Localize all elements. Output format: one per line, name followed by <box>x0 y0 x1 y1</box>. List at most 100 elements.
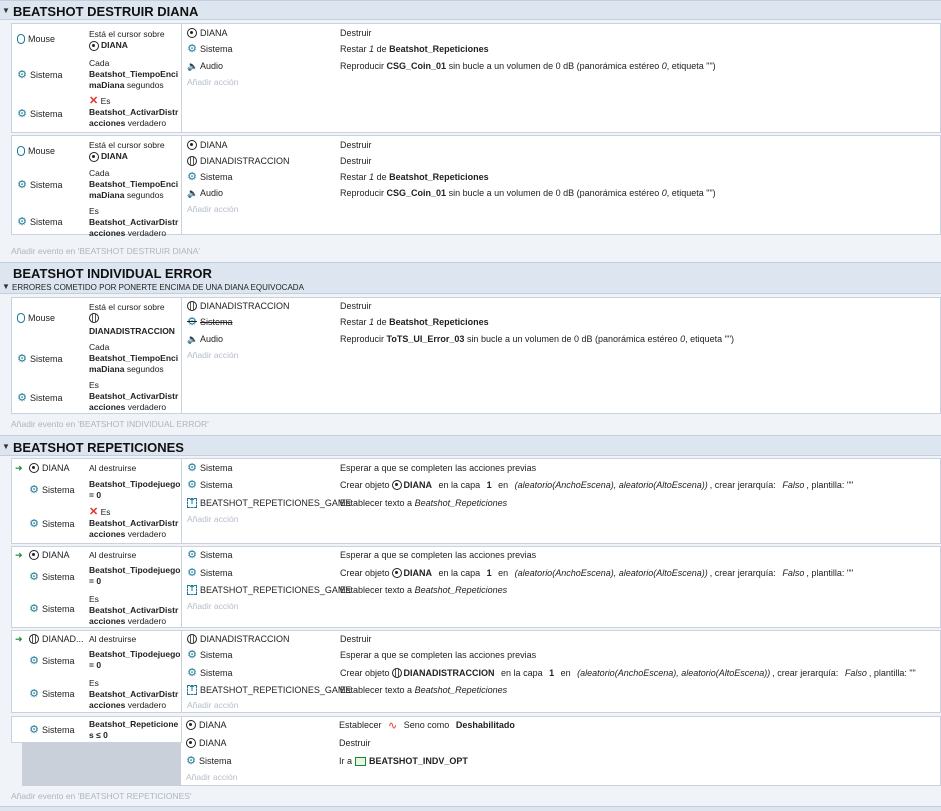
group-header-beatshot-repeticiones[interactable]: ▼ BEATSHOT REPETICIONES <box>0 435 941 456</box>
action-row[interactable]: DIANADISTRACCION Destruir <box>187 632 937 646</box>
gear-icon: ⚙ <box>187 171 197 183</box>
group-header-beatshot-individual-error[interactable]: BEATSHOT INDIVIDUAL ERROR ▼ ERRORES COME… <box>0 262 941 294</box>
trigger-arrow-icon: ➜ <box>15 463 23 473</box>
action-row[interactable]: ⚙ Sistema Crear objeto DIANA en la capa 1 … <box>187 478 937 492</box>
condition-row[interactable]: ⚙ Sistema Es Beatshot_ActivarDistracciones… <box>12 380 182 412</box>
add-action-link[interactable]: Añadir acción <box>187 77 239 87</box>
event-block[interactable]: Mouse Está el cursor sobre DIANA ⚙ Sistema… <box>11 23 941 133</box>
add-action-link[interactable]: Añadir acción <box>186 772 238 782</box>
gear-icon: ⚙ <box>29 603 39 615</box>
condition-row[interactable]: ⚙ Sistema ✕ Es Beatshot_ActivarDistraccion… <box>12 96 182 132</box>
gear-icon: ⚙ <box>29 571 39 583</box>
group-header-beatshot-destruir-diana[interactable]: ▼ BEATSHOT DESTRUIR DIANA <box>0 0 941 20</box>
gear-icon: ⚙ <box>17 216 27 228</box>
globe-icon <box>187 301 197 311</box>
gear-icon: ⚙ <box>29 484 39 496</box>
collapse-arrow-icon[interactable]: ▼ <box>2 442 10 451</box>
action-row[interactable]: T BEATSHOT_REPETICIONES_GAME Establecer te… <box>187 683 937 697</box>
condition-row[interactable]: ➜ DIANA Al destruirse <box>12 461 182 475</box>
action-row[interactable]: ⚙ Sistema Esperar a que se completen las a… <box>187 648 937 662</box>
gear-icon: ⚙ <box>17 353 27 365</box>
action-row[interactable]: T BEATSHOT_REPETICIONES_GAME Establecer te… <box>187 496 937 510</box>
event-block[interactable]: ➜ DIANA Al destruirse ⚙ Sistema Beatshot_… <box>11 546 941 628</box>
condition-row[interactable]: ⚙ Sistema Beatshot_Tipodejuego = 0 <box>12 648 182 674</box>
add-action-link[interactable]: Añadir acción <box>187 350 239 360</box>
action-row[interactable]: ⚙ Sistema Restar 1 de Beatshot_Repeticione… <box>187 42 937 56</box>
action-row[interactable]: ⚙ Sistema Crear objeto DIANA en la capa 1 … <box>187 566 937 580</box>
action-row[interactable]: 🔈 Audio Reproducir CSG_Coin_01 sin bucle a… <box>187 186 937 200</box>
gear-icon: ⚙ <box>187 667 197 679</box>
add-event-link[interactable]: Añadir evento en 'BEATSHOT REPETICIONES' <box>11 791 192 801</box>
condition-row[interactable]: ⚙ Sistema Cada Beatshot_TiempoEncimaDiana … <box>12 58 182 96</box>
event-block[interactable]: ➜ DIANAD... Al destruirse ⚙ Sistema Beats… <box>11 630 941 713</box>
add-action-link[interactable]: Añadir acción <box>187 700 239 710</box>
diana-target-icon <box>89 151 99 162</box>
action-row[interactable]: 🔈 Audio Reproducir CSG_Coin_01 sin bucle a… <box>187 59 937 73</box>
action-row[interactable]: DIANA Destruir <box>187 26 937 40</box>
condition-row[interactable]: ⚙ Sistema Es Beatshot_ActivarDistracciones… <box>12 594 182 626</box>
trigger-arrow-icon: ➜ <box>15 634 23 644</box>
invert-x-icon: ✕ <box>89 95 99 107</box>
globe-icon <box>187 634 197 644</box>
add-action-link[interactable]: Añadir acción <box>187 601 239 611</box>
group-subtitle: ERRORES COMETIDO POR PONERTE ENCIMA DE U… <box>12 283 304 292</box>
gear-icon: ⚙ <box>187 479 197 491</box>
action-row[interactable]: ⚙ Sistema Esperar a que se completen las a… <box>187 461 937 475</box>
diana-target-icon <box>187 140 197 150</box>
scene-icon <box>355 756 367 766</box>
action-row[interactable]: DIANA Establecer ∿ Seno como Deshabilitad… <box>186 718 936 732</box>
diana-target-icon <box>187 28 197 38</box>
group-title: BEATSHOT REPETICIONES <box>13 440 184 455</box>
diana-target-icon <box>391 568 402 578</box>
condition-row[interactable]: ⚙ Sistema Es Beatshot_ActivarDistracciones… <box>12 678 182 710</box>
text-object-icon: T <box>187 498 197 508</box>
condition-row[interactable]: Mouse Está el cursor sobre DIANA <box>12 28 182 56</box>
event-condition-block[interactable]: ⚙ Sistema Beatshot_Repeticiones ≤ 0 <box>11 716 182 743</box>
mouse-icon <box>17 146 25 156</box>
gear-icon: ⚙ <box>17 69 27 81</box>
diana-target-icon <box>29 463 39 473</box>
condition-row[interactable]: Mouse Está el cursor sobre DIANADISTRACCI… <box>12 300 182 340</box>
add-action-link[interactable]: Añadir acción <box>187 204 239 214</box>
condition-row[interactable]: ➜ DIANAD... Al destruirse <box>12 633 182 647</box>
condition-row[interactable]: Mouse Está el cursor sobre DIANA <box>12 138 182 166</box>
condition-row[interactable]: ➜ DIANA Al destruirse <box>12 549 182 563</box>
gear-icon: ⚙ <box>187 316 197 328</box>
group-title: BEATSHOT DESTRUIR DIANA <box>13 4 199 19</box>
action-row[interactable]: DIANA Destruir <box>186 736 936 750</box>
speaker-icon: 🔈 <box>187 334 199 344</box>
condition-row[interactable]: ⚙ Sistema Beatshot_Tipodejuego = 0 <box>12 564 182 590</box>
add-event-link[interactable]: Añadir evento en 'BEATSHOT DESTRUIR DIAN… <box>11 246 200 256</box>
condition-row[interactable]: ⚙ Sistema Beatshot_Repeticiones ≤ 0 <box>12 717 182 744</box>
globe-icon <box>187 156 197 166</box>
action-row[interactable]: DIANA Destruir <box>187 138 937 152</box>
condition-row[interactable]: ⚙ Sistema Beatshot_Tipodejuego = 0 <box>12 477 182 503</box>
action-row[interactable]: 🔈 Audio Reproducir ToTS_UI_Error_03 sin bu… <box>187 332 937 346</box>
gear-icon: ⚙ <box>29 655 39 667</box>
condition-row[interactable]: ⚙ Sistema Es Beatshot_ActivarDistracciones… <box>12 206 182 238</box>
globe-icon <box>29 634 39 644</box>
action-row[interactable]: ⚙ Sistema Restar 1 de Beatshot_Repeticione… <box>187 170 937 184</box>
action-row[interactable]: DIANADISTRACCION Destruir <box>187 154 937 168</box>
event-block[interactable]: ➜ DIANA Al destruirse ⚙ Sistema Beatshot_… <box>11 458 941 544</box>
action-row[interactable]: ⚙ Sistema Crear objeto DIANADISTRACCION en… <box>187 666 937 680</box>
gear-icon: ⚙ <box>187 649 197 661</box>
event-block[interactable]: Mouse Está el cursor sobre DIANA ⚙ Sistema… <box>11 135 941 238</box>
action-row[interactable]: T BEATSHOT_REPETICIONES_GAME Establecer te… <box>187 583 937 597</box>
mouse-icon <box>17 34 25 44</box>
action-row[interactable]: DIANADISTRACCION Destruir <box>187 299 937 313</box>
gear-icon: ⚙ <box>17 108 27 120</box>
condition-row[interactable]: ⚙ Sistema Cada Beatshot_TiempoEncimaDiana … <box>12 342 182 378</box>
diana-target-icon <box>186 720 196 730</box>
sine-behavior-icon: ∿ <box>388 719 398 732</box>
action-row[interactable]: ⚙ Sistema Esperar a que se completen las a… <box>187 548 937 562</box>
condition-row[interactable]: ⚙ Sistema ✕ Es Beatshot_ActivarDistraccion… <box>12 505 182 543</box>
collapse-arrow-icon[interactable]: ▼ <box>2 6 10 15</box>
condition-row[interactable]: ⚙ Sistema Cada Beatshot_TiempoEncimaDiana … <box>12 168 182 204</box>
add-action-link[interactable]: Añadir acción <box>187 514 239 524</box>
add-event-link[interactable]: Añadir evento en 'BEATSHOT INDIVIDUAL ER… <box>11 419 209 429</box>
action-row-disabled[interactable]: ⚙ Sistema Restar 1 de Beatshot_Repeticione… <box>187 315 937 329</box>
action-row[interactable]: ⚙ Sistema Ir a BEATSHOT_INDV_OPT <box>186 754 936 768</box>
event-block[interactable]: Mouse Está el cursor sobre DIANADISTRACCI… <box>11 297 941 414</box>
collapse-arrow-icon[interactable]: ▼ <box>2 282 10 291</box>
